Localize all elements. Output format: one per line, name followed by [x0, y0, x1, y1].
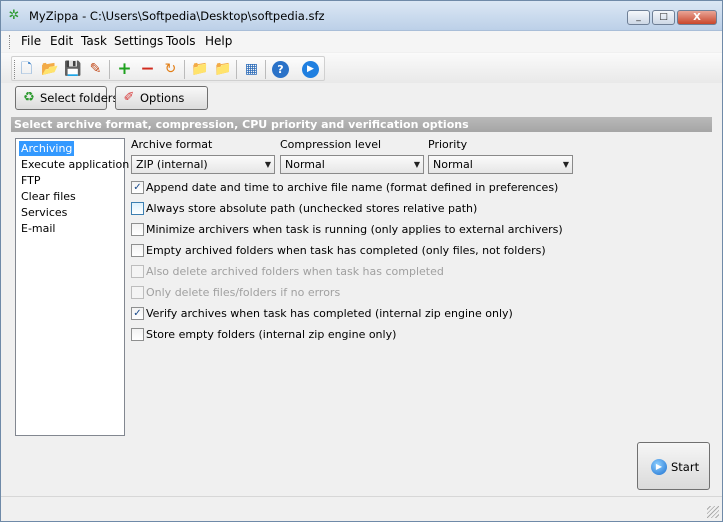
add-icon[interactable]: + — [116, 61, 133, 78]
delete-if-no-errors-label: Only delete files/folders if no errors — [146, 286, 341, 299]
start-label: Start — [671, 460, 700, 474]
menu-help[interactable]: Help — [205, 34, 232, 48]
compression-level-select[interactable]: Normal ▼ — [280, 155, 424, 174]
start-button[interactable]: ▶ Start — [637, 442, 710, 490]
close-button[interactable]: X — [677, 10, 717, 25]
properties-icon[interactable]: ▦ — [243, 61, 260, 78]
delete-archived-folders-label: Also delete archived folders when task h… — [146, 265, 444, 278]
store-empty-folders-label: Store empty folders (internal zip engine… — [146, 328, 397, 341]
absolute-path-label: Always store absolute path (unchecked st… — [146, 202, 478, 215]
help-icon[interactable]: ? — [272, 61, 289, 78]
nav-item-execute-application[interactable]: Execute application — [19, 157, 131, 172]
toolbar-separator — [109, 60, 110, 79]
task-category-list[interactable]: Archiving Execute application FTP Clear … — [15, 138, 129, 436]
resize-grip-icon[interactable] — [707, 506, 719, 518]
minimize-archivers-checkbox[interactable] — [131, 223, 144, 236]
status-bar — [1, 496, 722, 521]
priority-value: Normal — [433, 158, 473, 171]
compression-level-value: Normal — [285, 158, 325, 171]
empty-folders-label: Empty archived folders when task has com… — [146, 244, 546, 257]
priority-label: Priority — [428, 138, 468, 151]
title-bar[interactable]: ✲ MyZippa - C:\Users\Softpedia\Desktop\s… — [1, 1, 722, 31]
nav-item-email[interactable]: E-mail — [19, 221, 58, 236]
menu-bar: File Edit Task Settings Tools Help — [1, 31, 722, 52]
menu-settings[interactable]: Settings — [114, 34, 163, 48]
nav-item-archiving[interactable]: Archiving — [19, 141, 75, 156]
toolbar-separator — [265, 60, 266, 79]
folder-icon[interactable]: 📁 — [191, 61, 208, 78]
options-label: Options — [140, 91, 185, 105]
nav-item-clear-files[interactable]: Clear files — [19, 189, 78, 204]
select-folders-button[interactable]: ♻ Select folders — [15, 86, 119, 110]
toolbar-separator — [236, 60, 237, 79]
toolbar-grip — [14, 60, 15, 79]
edit-icon[interactable]: ✎ — [87, 61, 104, 78]
verify-archives-label: Verify archives when task has completed … — [146, 307, 513, 320]
toolbar: 🗋 📂 💾 ✎ + − ↻ 📁 📁 ▦ ? ▶ — [1, 53, 722, 83]
append-date-label: Append date and time to archive file nam… — [146, 181, 559, 194]
archive-format-select[interactable]: ZIP (internal) ▼ — [131, 155, 275, 174]
refresh-icon[interactable]: ↻ — [162, 61, 179, 78]
options-button[interactable]: ✐ Options — [115, 86, 208, 110]
select-folders-icon: ♻ — [23, 90, 35, 105]
chevron-down-icon: ▼ — [562, 160, 569, 169]
priority-select[interactable]: Normal ▼ — [428, 155, 573, 174]
nav-item-ftp[interactable]: FTP — [19, 173, 43, 188]
menu-edit[interactable]: Edit — [50, 34, 73, 48]
menu-task[interactable]: Task — [81, 34, 107, 48]
absolute-path-checkbox[interactable] — [131, 202, 144, 215]
append-date-checkbox[interactable]: ✓ — [131, 181, 144, 194]
toolbar-separator — [184, 60, 185, 79]
nav-item-services[interactable]: Services — [19, 205, 69, 220]
menu-tools[interactable]: Tools — [166, 34, 196, 48]
archive-format-value: ZIP (internal) — [136, 158, 208, 171]
maximize-button[interactable]: □ — [652, 10, 675, 25]
delete-archived-folders-checkbox — [131, 265, 144, 278]
delete-if-no-errors-checkbox — [131, 286, 144, 299]
store-empty-folders-checkbox[interactable] — [131, 328, 144, 341]
remove-icon[interactable]: − — [139, 61, 156, 78]
window-title: MyZippa - C:\Users\Softpedia\Desktop\sof… — [29, 9, 325, 23]
app-window: ✲ MyZippa - C:\Users\Softpedia\Desktop\s… — [0, 0, 723, 522]
menu-grip — [9, 35, 12, 49]
app-logo-icon: ✲ — [8, 8, 20, 23]
select-folders-label: Select folders — [40, 91, 119, 105]
toolbar-strip: 🗋 📂 💾 ✎ + − ↻ 📁 📁 ▦ ? ▶ — [11, 56, 325, 81]
chevron-down-icon: ▼ — [264, 160, 271, 169]
verify-archives-checkbox[interactable]: ✓ — [131, 307, 144, 320]
minimize-archivers-label: Minimize archivers when task is running … — [146, 223, 563, 236]
chevron-down-icon: ▼ — [413, 160, 420, 169]
new-folder-icon[interactable]: 📁 — [214, 61, 231, 78]
minimize-button[interactable]: _ — [627, 10, 650, 25]
open-icon[interactable]: 📂 — [41, 61, 58, 78]
new-icon[interactable]: 🗋 — [18, 61, 35, 78]
compression-level-label: Compression level — [280, 138, 382, 151]
play-icon: ▶ — [651, 459, 667, 475]
empty-folders-checkbox[interactable] — [131, 244, 144, 257]
menu-file[interactable]: File — [21, 34, 41, 48]
section-header: Select archive format, compression, CPU … — [11, 117, 712, 132]
archive-format-label: Archive format — [131, 138, 213, 151]
run-icon[interactable]: ▶ — [302, 61, 319, 78]
save-icon[interactable]: 💾 — [64, 61, 81, 78]
options-icon: ✐ — [123, 90, 135, 105]
